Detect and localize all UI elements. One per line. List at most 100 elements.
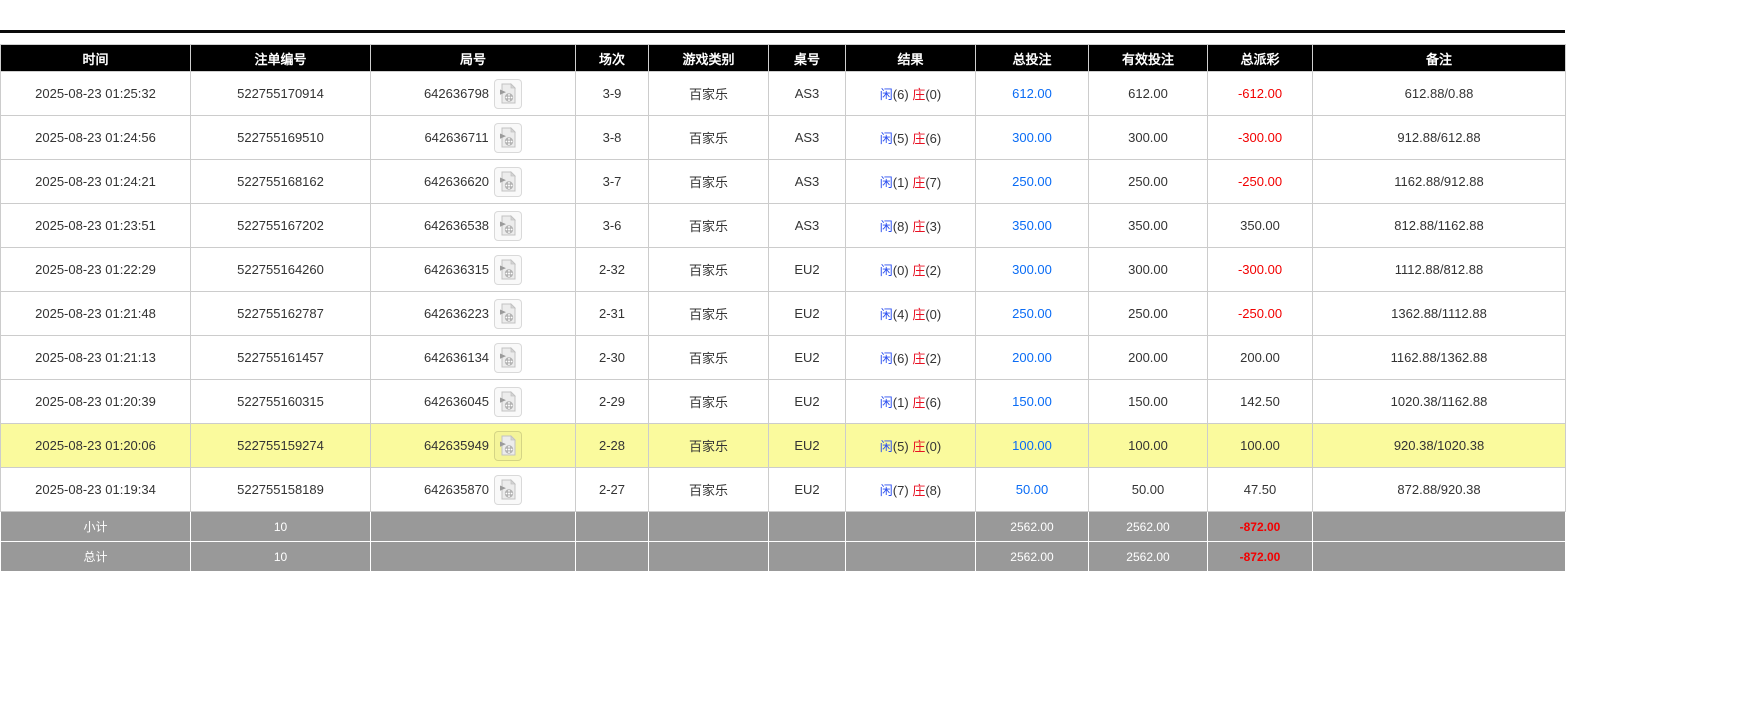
player-label: 闲 <box>879 263 893 278</box>
video-replay-button[interactable] <box>494 430 523 461</box>
total-bet-link[interactable]: 200.00 <box>1012 350 1052 365</box>
table-row[interactable]: 2025-08-23 01:25:32 522755170914 642636798… <box>0 71 1566 116</box>
banker-label: 庄 <box>912 307 926 322</box>
video-replay-button[interactable] <box>493 122 522 153</box>
footer-label: 小计 <box>0 511 191 542</box>
round-id-text: 642636223 <box>423 306 490 321</box>
cell-bet-id: 522755160315 <box>190 379 371 424</box>
footer-total-bet: 2562.00 <box>975 511 1089 542</box>
video-icon <box>500 215 516 236</box>
payout-value: -612.00 <box>1237 86 1283 101</box>
cell-game-type: 百家乐 <box>648 467 769 512</box>
total-bet-link[interactable]: 50.00 <box>1016 482 1049 497</box>
top-divider <box>0 30 1565 33</box>
video-replay-button[interactable] <box>494 474 523 505</box>
banker-score: (0) <box>925 307 942 322</box>
cell-round-id: 642636798 <box>370 71 576 116</box>
cell-payout: 200.00 <box>1207 335 1313 380</box>
cell-valid-bet: 250.00 <box>1088 159 1208 204</box>
table-row[interactable]: 2025-08-23 01:19:34 522755158189 642635870… <box>0 467 1566 512</box>
round-id-text: 642636045 <box>423 394 490 409</box>
footer-empty-round <box>370 511 576 542</box>
banker-label: 庄 <box>912 483 926 498</box>
cell-session: 2-30 <box>575 335 649 380</box>
cell-result: 闲(4) 庄(0) <box>845 291 976 336</box>
total-bet-link[interactable]: 300.00 <box>1012 130 1052 145</box>
cell-payout: -300.00 <box>1207 115 1313 160</box>
cell-game-type: 百家乐 <box>648 379 769 424</box>
cell-remark: 920.38/1020.38 <box>1312 423 1566 468</box>
cell-result: 闲(6) 庄(0) <box>845 71 976 116</box>
column-header: 结果 <box>845 44 976 72</box>
total-bet-link[interactable]: 350.00 <box>1012 218 1052 233</box>
payout-value: 142.50 <box>1240 394 1280 409</box>
cell-valid-bet: 100.00 <box>1088 423 1208 468</box>
video-replay-button[interactable] <box>494 166 523 197</box>
video-replay-button[interactable] <box>494 342 523 373</box>
payout-value: -250.00 <box>1237 306 1283 321</box>
table-row[interactable]: 2025-08-23 01:21:48 522755162787 642636223… <box>0 291 1566 336</box>
video-replay-button[interactable] <box>494 254 523 285</box>
column-header: 有效投注 <box>1088 44 1208 72</box>
cell-round-id: 642636620 <box>370 159 576 204</box>
total-bet-link[interactable]: 100.00 <box>1012 438 1052 453</box>
table-row[interactable]: 2025-08-23 01:20:39 522755160315 642636045… <box>0 379 1566 424</box>
cell-round-id: 642636134 <box>370 335 576 380</box>
payout-value: 100.00 <box>1240 438 1280 453</box>
video-replay-button[interactable] <box>494 386 523 417</box>
video-replay-button[interactable] <box>494 298 523 329</box>
total-bet-link[interactable]: 250.00 <box>1012 174 1052 189</box>
cell-bet-id: 522755170914 <box>190 71 371 116</box>
cell-round-id: 642636045 <box>370 379 576 424</box>
cell-table-no: EU2 <box>768 423 846 468</box>
table-row[interactable]: 2025-08-23 01:24:21 522755168162 642636620… <box>0 159 1566 204</box>
total-bet-link[interactable]: 300.00 <box>1012 262 1052 277</box>
footer-count: 10 <box>190 511 371 542</box>
cell-bet-id: 522755168162 <box>190 159 371 204</box>
banker-score: (2) <box>925 263 942 278</box>
table-footer: 小计 10 2562.00 2562.00 -872.00 总计 10 2562.00 2562… <box>0 511 1566 572</box>
bet-records-page: 时间 注单编号 局号 场次 游戏类别 桌号 结果 总投注 有效投注 总派彩 备注 2025-08-2… <box>0 30 1747 712</box>
cell-time: 2025-08-23 01:24:21 <box>0 159 191 204</box>
cell-remark: 872.88/920.38 <box>1312 467 1566 512</box>
column-header: 游戏类别 <box>648 44 769 72</box>
table-row[interactable]: 2025-08-23 01:21:13 522755161457 642636134… <box>0 335 1566 380</box>
banker-label: 庄 <box>912 87 926 102</box>
banker-label: 庄 <box>912 263 926 278</box>
cell-time: 2025-08-23 01:22:29 <box>0 247 191 292</box>
table-row[interactable]: 2025-08-23 01:22:29 522755164260 642636315… <box>0 247 1566 292</box>
footer-empty-remark <box>1312 511 1566 542</box>
column-header: 时间 <box>0 44 191 72</box>
footer-empty-game <box>648 541 769 572</box>
round-id-text: 642635949 <box>423 438 490 453</box>
cell-total-bet: 350.00 <box>975 203 1089 248</box>
cell-session: 3-6 <box>575 203 649 248</box>
cell-table-no: EU2 <box>768 335 846 380</box>
cell-time: 2025-08-23 01:24:56 <box>0 115 191 160</box>
total-bet-link[interactable]: 612.00 <box>1012 86 1052 101</box>
cell-round-id: 642636315 <box>370 247 576 292</box>
cell-round-id: 642635949 <box>370 423 576 468</box>
cell-result: 闲(5) 庄(0) <box>845 423 976 468</box>
video-replay-button[interactable] <box>494 78 523 109</box>
cell-game-type: 百家乐 <box>648 159 769 204</box>
cell-total-bet: 100.00 <box>975 423 1089 468</box>
total-bet-link[interactable]: 250.00 <box>1012 306 1052 321</box>
footer-payout: -872.00 <box>1207 541 1313 572</box>
cell-valid-bet: 150.00 <box>1088 379 1208 424</box>
cell-result: 闲(1) 庄(7) <box>845 159 976 204</box>
cell-total-bet: 612.00 <box>975 71 1089 116</box>
cell-round-id: 642636223 <box>370 291 576 336</box>
cell-game-type: 百家乐 <box>648 71 769 116</box>
table-row-highlighted[interactable]: 2025-08-23 01:20:06 522755159274 642635949… <box>0 423 1566 468</box>
video-replay-button[interactable] <box>494 210 523 241</box>
cell-remark: 1162.88/912.88 <box>1312 159 1566 204</box>
player-label: 闲 <box>879 87 893 102</box>
footer-empty-remark <box>1312 541 1566 572</box>
cell-valid-bet: 350.00 <box>1088 203 1208 248</box>
table-row[interactable]: 2025-08-23 01:23:51 522755167202 642636538… <box>0 203 1566 248</box>
table-row[interactable]: 2025-08-23 01:24:56 522755169510 642636711… <box>0 115 1566 160</box>
total-bet-link[interactable]: 150.00 <box>1012 394 1052 409</box>
cell-result: 闲(6) 庄(2) <box>845 335 976 380</box>
round-id-text: 642636315 <box>423 262 490 277</box>
